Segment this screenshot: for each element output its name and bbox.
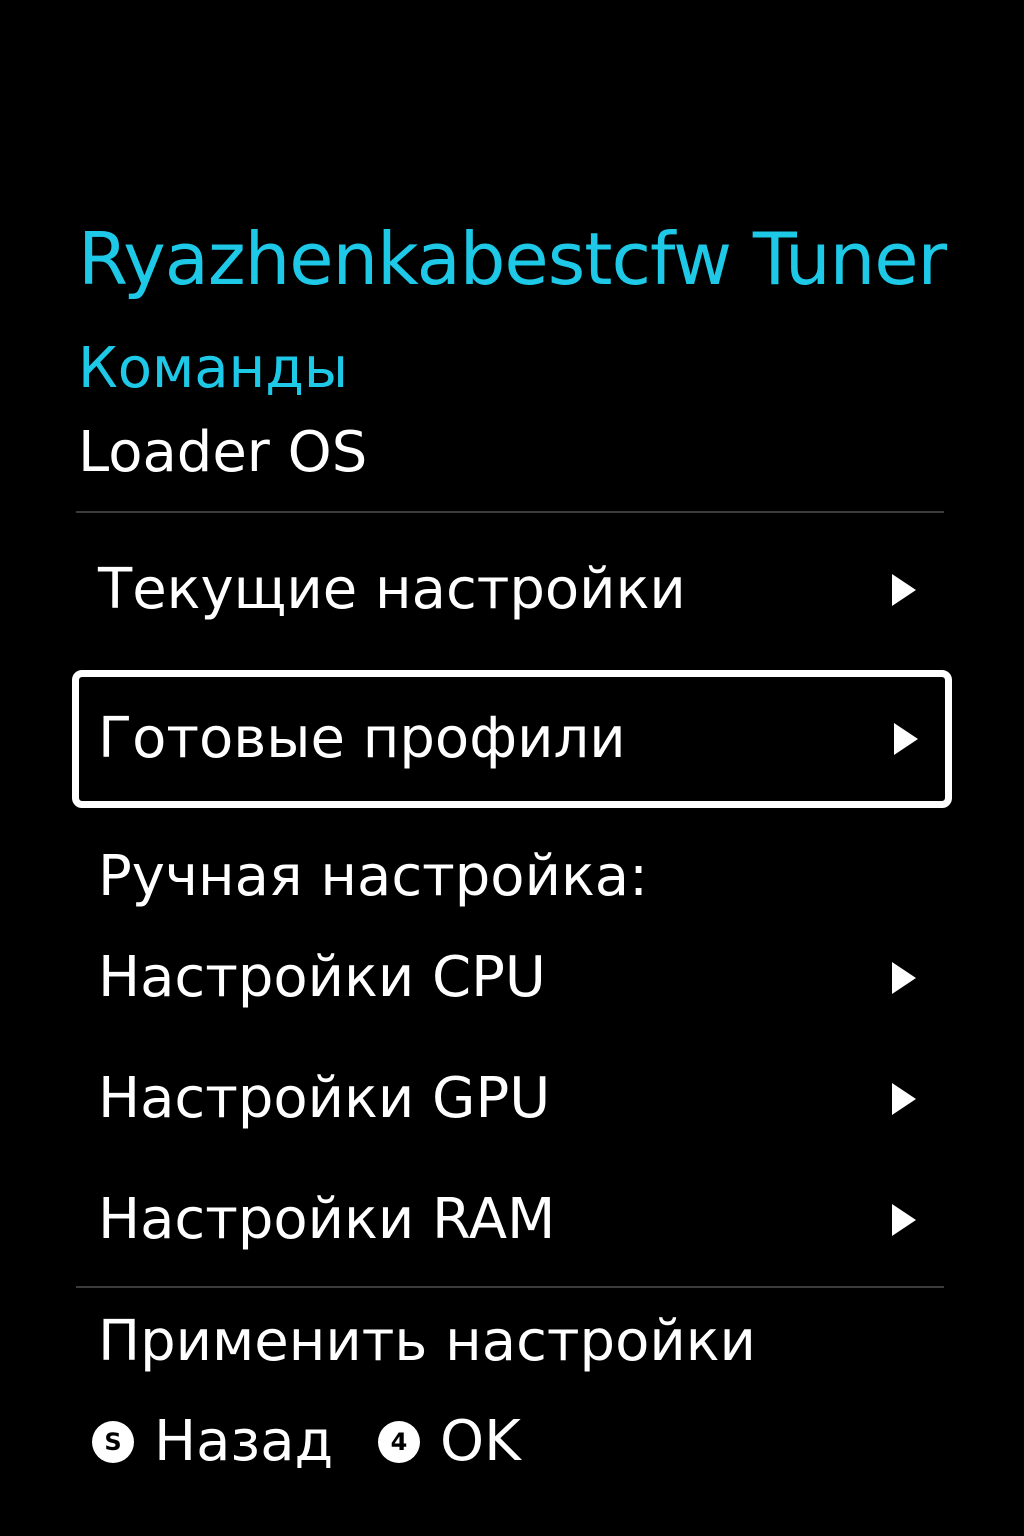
section-title: Команды <box>78 336 349 401</box>
back-hint[interactable]: S Назад <box>92 1410 333 1474</box>
subtitle: Loader OS <box>78 420 368 485</box>
menu-item-current-settings[interactable]: Текущие настройки <box>76 530 944 650</box>
menu-item-apply-settings[interactable]: Применить настройки <box>76 1282 944 1402</box>
chevron-right-icon <box>892 1083 916 1115</box>
chevron-right-icon <box>892 962 916 994</box>
app-title: Ryazhenkabestcfw Tuner <box>78 217 947 301</box>
menu-item-cpu-settings[interactable]: Настройки CPU <box>76 918 944 1038</box>
menu-item-ready-profiles[interactable]: Готовые профили <box>72 670 952 808</box>
chevron-right-icon <box>892 574 916 606</box>
ok-label: OK <box>440 1409 521 1474</box>
manual-settings-header: Ручная настройка: <box>98 844 648 909</box>
top-divider <box>76 511 944 513</box>
ok-hint[interactable]: 4 OK <box>378 1410 521 1474</box>
four-button-icon: 4 <box>378 1421 420 1463</box>
menu-item-label: Применить настройки <box>98 1309 756 1374</box>
s-button-icon: S <box>92 1421 134 1463</box>
chevron-right-icon <box>892 1204 916 1236</box>
menu-item-gpu-settings[interactable]: Настройки GPU <box>76 1039 944 1159</box>
back-label: Назад <box>154 1409 334 1474</box>
menu-item-ram-settings[interactable]: Настройки RAM <box>76 1160 944 1280</box>
menu-item-label: Готовые профили <box>98 706 626 771</box>
chevron-right-icon <box>894 723 918 755</box>
menu-item-label: Настройки CPU <box>98 945 546 1010</box>
menu-item-label: Текущие настройки <box>98 557 686 622</box>
menu-item-label: Настройки RAM <box>98 1187 556 1252</box>
menu-item-label: Настройки GPU <box>98 1066 551 1131</box>
